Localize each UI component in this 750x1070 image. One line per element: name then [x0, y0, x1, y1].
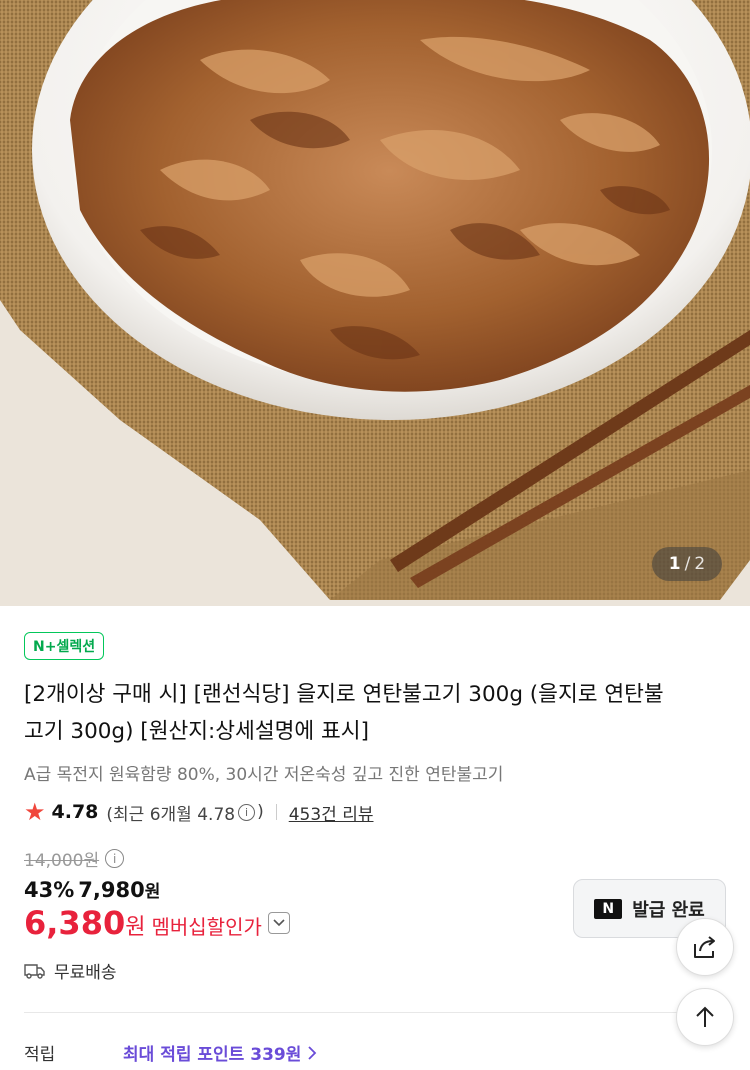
points-row: 적립 최대 적립 포인트 339원	[24, 1040, 319, 1065]
discount-price: 7,980	[78, 878, 145, 902]
review-count-link[interactable]: 453건 리뷰	[289, 800, 374, 825]
arrow-up-icon	[696, 1006, 714, 1027]
product-subtitle: A급 목전지 원육함량 80%, 30시간 저온숙성 깊고 진한 연탄불고기	[24, 765, 504, 785]
member-price-row: 6,380 원 멤버십할인가	[24, 904, 290, 942]
shipping-row: 무료배송	[24, 958, 117, 983]
page-current: 1	[668, 554, 681, 574]
scroll-to-top-button[interactable]	[676, 988, 734, 1046]
chevron-right-icon	[308, 1045, 317, 1060]
member-price-unit: 원	[125, 915, 146, 940]
original-price-row: 14,000원 i	[24, 846, 126, 871]
nplus-selection-badge: N+셀렉션	[24, 632, 105, 660]
naver-n-icon: N	[594, 898, 623, 919]
discount-percent: 43%	[24, 878, 75, 902]
truck-icon	[24, 963, 46, 979]
member-price: 6,380	[24, 904, 126, 942]
recent-rating-close: )	[257, 802, 264, 822]
info-icon[interactable]: i	[105, 849, 125, 868]
info-icon[interactable]: i	[238, 803, 256, 821]
points-label: 적립	[24, 1045, 56, 1065]
discount-price-row: 43% 7,980 원	[24, 877, 160, 902]
divider	[24, 1012, 726, 1013]
product-image-carousel[interactable]: 1 / 2	[0, 0, 750, 606]
page-separator: /	[684, 554, 691, 574]
points-value: 최대 적립 포인트 339원	[123, 1045, 302, 1065]
original-price: 14,000원	[24, 851, 100, 871]
product-title: [2개이상 구매 시] [랜선식당] 을지로 연탄불고기 300g (을지로 연…	[24, 682, 664, 744]
recent-rating-text: (최근 6개월 4.78	[106, 804, 236, 825]
recent-rating: (최근 6개월 4.78 i )	[106, 800, 263, 825]
bulgogi-photo	[0, 0, 750, 606]
page-total: 2	[694, 554, 706, 574]
share-button[interactable]	[676, 918, 734, 976]
share-icon	[694, 936, 715, 958]
divider	[275, 804, 277, 820]
discount-unit: 원	[144, 882, 161, 902]
rating-row: ★ 4.78 (최근 6개월 4.78 i ) 453건 리뷰	[24, 798, 374, 826]
rating-value: 4.78	[51, 801, 99, 823]
star-icon: ★	[24, 798, 46, 826]
shipping-label: 무료배송	[54, 963, 117, 983]
points-link[interactable]: 최대 적립 포인트 339원	[123, 1040, 319, 1065]
member-discount-label: 멤버십할인가	[151, 915, 262, 939]
page-indicator: 1 / 2	[652, 547, 722, 581]
chevron-down-icon[interactable]	[267, 912, 290, 934]
coupon-label: 발급 완료	[632, 899, 705, 921]
